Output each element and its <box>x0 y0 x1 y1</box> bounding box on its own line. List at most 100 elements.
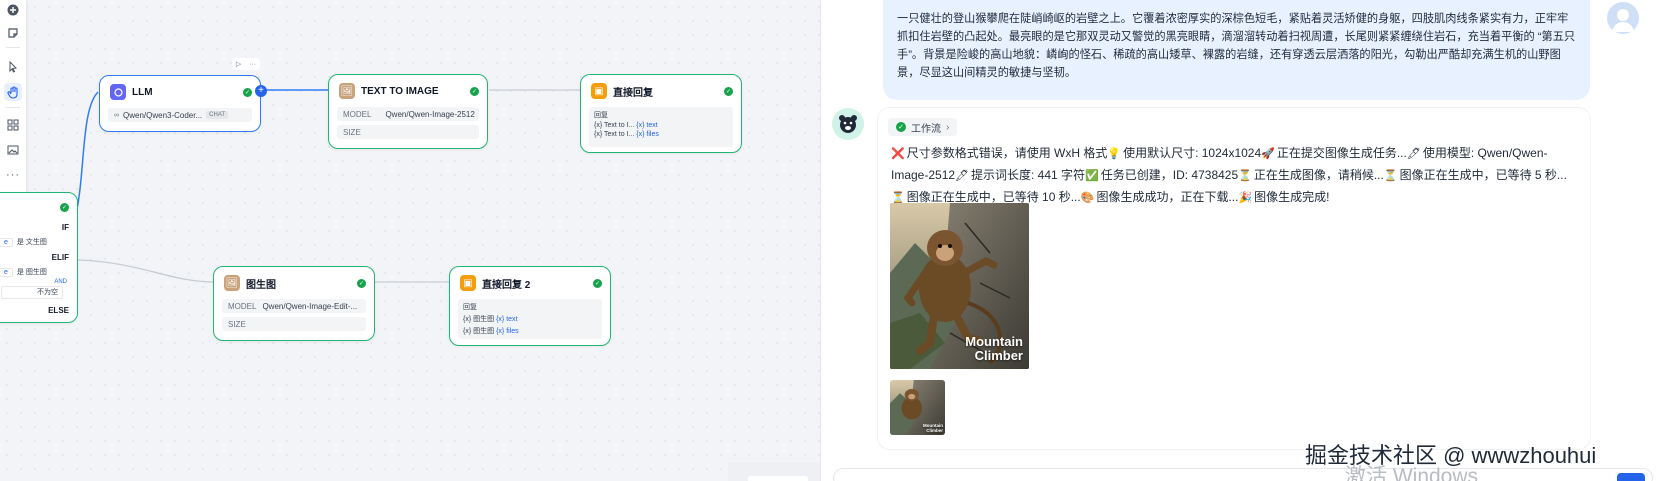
node-title: 直接回复 2 <box>482 279 531 291</box>
node-more-icon[interactable]: ··· <box>249 61 256 68</box>
reply-section-label: 回复 <box>463 304 477 311</box>
success-check-icon: ✓ <box>470 87 479 96</box>
else-label: ELSE <box>48 306 69 315</box>
node-direct-reply-1[interactable]: ▣ 直接回复 ✓ 回复 {x} Text to I... {x} text {x… <box>580 74 742 153</box>
var-source: {x} 图生图 <box>463 328 495 335</box>
status-segment: 🎉 图像生成完成! <box>1238 190 1330 204</box>
var-source: {x} Text to I... <box>594 122 635 129</box>
status-segment: ❌ 尺寸参数格式错误，请使用 WxH 格式 <box>891 146 1108 160</box>
layout-icon[interactable] <box>4 116 22 134</box>
status-segment: 🚀 正在提交图像生成任务... <box>1261 146 1407 160</box>
reply-var-row: {x} Text to I... {x} text <box>594 122 728 129</box>
workflow-toggle[interactable]: ✓ 工作流 › <box>888 118 958 136</box>
image-gen-icon: 🖼 <box>339 83 355 99</box>
reply-icon: ▣ <box>460 275 476 291</box>
party-icon: 🎉 <box>1238 192 1253 204</box>
image-gen-icon: 🖼 <box>224 275 240 291</box>
var-name: {x} files <box>496 328 519 335</box>
generated-image[interactable]: Mountain Climber <box>890 203 1029 369</box>
var-name: {x} text <box>496 316 518 323</box>
success-check-icon: ✓ <box>60 203 69 212</box>
model-value: Qwen/Qwen-Image-Edit-... <box>262 301 358 311</box>
node-title: LLM <box>132 86 153 98</box>
thumb-caption: Mountain Climber <box>923 423 943 433</box>
palette-icon: 🎨 <box>1080 192 1095 204</box>
model-link-icon: ∞ <box>114 111 119 119</box>
node-llm[interactable]: LLM ✓ ∞ Qwen/Qwen3-Coder... CHAT <box>99 75 261 132</box>
edge-layer <box>73 89 583 283</box>
reply-var-row: {x} 图生图 {x} files <box>463 326 597 336</box>
check-icon: ✅ <box>1085 170 1099 182</box>
model-value: Qwen/Qwen-Image-2512 <box>385 109 475 119</box>
node-text-to-image[interactable]: 🖼 TEXT TO IMAGE ✓ MODEL Qwen/Qwen-Image-… <box>328 74 488 149</box>
elif-label: ELIF <box>51 253 69 262</box>
app-root: ··· ▷ ··· LLM ✓ ∞ Qwen/Qwen3-Coder... CH… <box>0 0 1669 481</box>
pen-icon: 🖊 <box>1406 148 1421 160</box>
hand-icon[interactable] <box>4 83 22 101</box>
var-name: {x} text <box>636 122 658 129</box>
node-header: 🖼 TEXT TO IMAGE <box>339 83 439 99</box>
workflow-label: 工作流 <box>911 123 941 135</box>
status-segment: 🎨 图像生成成功，正在下载... <box>1080 190 1239 204</box>
node-header: ▣ 直接回复 <box>591 83 653 99</box>
image-thumbnail[interactable]: Mountain Climber <box>890 380 945 435</box>
reply-var-row: {x} Text to I... {x} files <box>594 131 728 138</box>
node-title: 直接回复 <box>613 87 653 99</box>
node-header: ▣ 直接回复 2 <box>460 275 530 291</box>
add-icon[interactable] <box>4 1 22 19</box>
send-button[interactable] <box>1617 473 1645 481</box>
success-check-icon: ✓ <box>357 279 366 288</box>
status-segment: ⏳ 图像正在生成中，已等待 5 秒... <box>1383 168 1567 182</box>
note-icon[interactable] <box>4 24 22 42</box>
image-icon[interactable] <box>4 141 22 159</box>
node-condition[interactable]: ✓ IF e 是 文生图 ELIF e 是 图生图 AND 不为空 ELSE <box>0 192 78 323</box>
var-source: {x} Text to I... <box>594 131 635 138</box>
node-title: 图生图 <box>246 279 276 291</box>
rocket-icon: 🚀 <box>1261 148 1275 160</box>
model-row: ∞ Qwen/Qwen3-Coder... CHAT <box>108 108 252 122</box>
success-check-icon: ✓ <box>896 122 906 132</box>
reply-content: 回复 {x} Text to I... {x} text {x} Text to… <box>589 107 733 147</box>
var-source: {x} 图生图 <box>463 316 495 323</box>
node-header: LLM <box>110 84 153 100</box>
edge-condition-img2img <box>77 259 215 283</box>
status-segment: 🖊 提示词长度: 441 字符 <box>955 168 1086 182</box>
user-message-bubble: 一只健壮的登山猴攀爬在陡峭崎岖的岩壁之上。它覆着浓密厚实的深棕色短毛，紧贴着灵活… <box>883 0 1590 100</box>
node-action-bar: ▷ ··· <box>232 58 260 70</box>
more-icon[interactable]: ··· <box>4 166 22 184</box>
zoom-control[interactable] <box>748 476 808 481</box>
var-name: {x} files <box>636 131 659 138</box>
if-label: IF <box>61 223 69 232</box>
model-row: MODEL Qwen/Qwen-Image-2512 <box>337 107 479 121</box>
bear-icon <box>839 115 857 133</box>
model-row: MODEL Qwen/Qwen-Image-Edit-... <box>222 299 366 313</box>
bot-message-card: ✓ 工作流 › ❌ 尺寸参数格式错误，请使用 WxH 格式💡 使用默认尺寸: 102… <box>878 108 1590 449</box>
add-node-plus-icon[interactable]: + <box>255 85 267 97</box>
canvas-toolbar: ··· <box>0 0 26 200</box>
status-segment: ⏳ 图像正在生成中，已等待 10 秒... <box>891 190 1081 204</box>
model-label: MODEL <box>228 301 257 311</box>
run-node-icon[interactable]: ▷ <box>236 60 241 68</box>
reply-content: 回复 {x} 图生图 {x} text {x} 图生图 {x} files <box>458 299 602 339</box>
node-title: TEXT TO IMAGE <box>361 85 439 97</box>
pointer-icon[interactable] <box>4 58 22 76</box>
node-image-to-image[interactable]: 🖼 图生图 ✓ MODEL Qwen/Qwen-Image-Edit-... S… <box>213 266 375 341</box>
bot-message-text: ❌ 尺寸参数格式错误，请使用 WxH 格式💡 使用默认尺寸: 1024x1024🚀 正… <box>891 143 1581 209</box>
success-check-icon: ✓ <box>724 87 733 96</box>
size-label: SIZE <box>343 127 361 137</box>
condition-row: e 是 图生图 <box>0 265 63 279</box>
bulb-icon: 💡 <box>1107 148 1122 160</box>
user-avatar <box>1607 2 1639 34</box>
workflow-canvas[interactable]: ··· ▷ ··· LLM ✓ ∞ Qwen/Qwen3-Coder... CH… <box>0 0 820 481</box>
size-label: SIZE <box>228 319 246 329</box>
node-header: 🖼 图生图 <box>224 275 276 291</box>
size-row: SIZE <box>337 125 479 139</box>
reply-var-row: {x} 图生图 {x} text <box>463 314 597 324</box>
node-direct-reply-2[interactable]: ▣ 直接回复 2 ✓ 回复 {x} 图生图 {x} text {x} 图生图 {… <box>449 266 611 346</box>
bot-avatar <box>832 108 864 140</box>
user-icon <box>1612 9 1634 32</box>
chat-badge: CHAT <box>206 111 229 119</box>
condition-row: 不为空 <box>1 286 63 299</box>
pen-icon: 🖊 <box>955 170 970 182</box>
error-icon: ❌ <box>891 148 905 160</box>
